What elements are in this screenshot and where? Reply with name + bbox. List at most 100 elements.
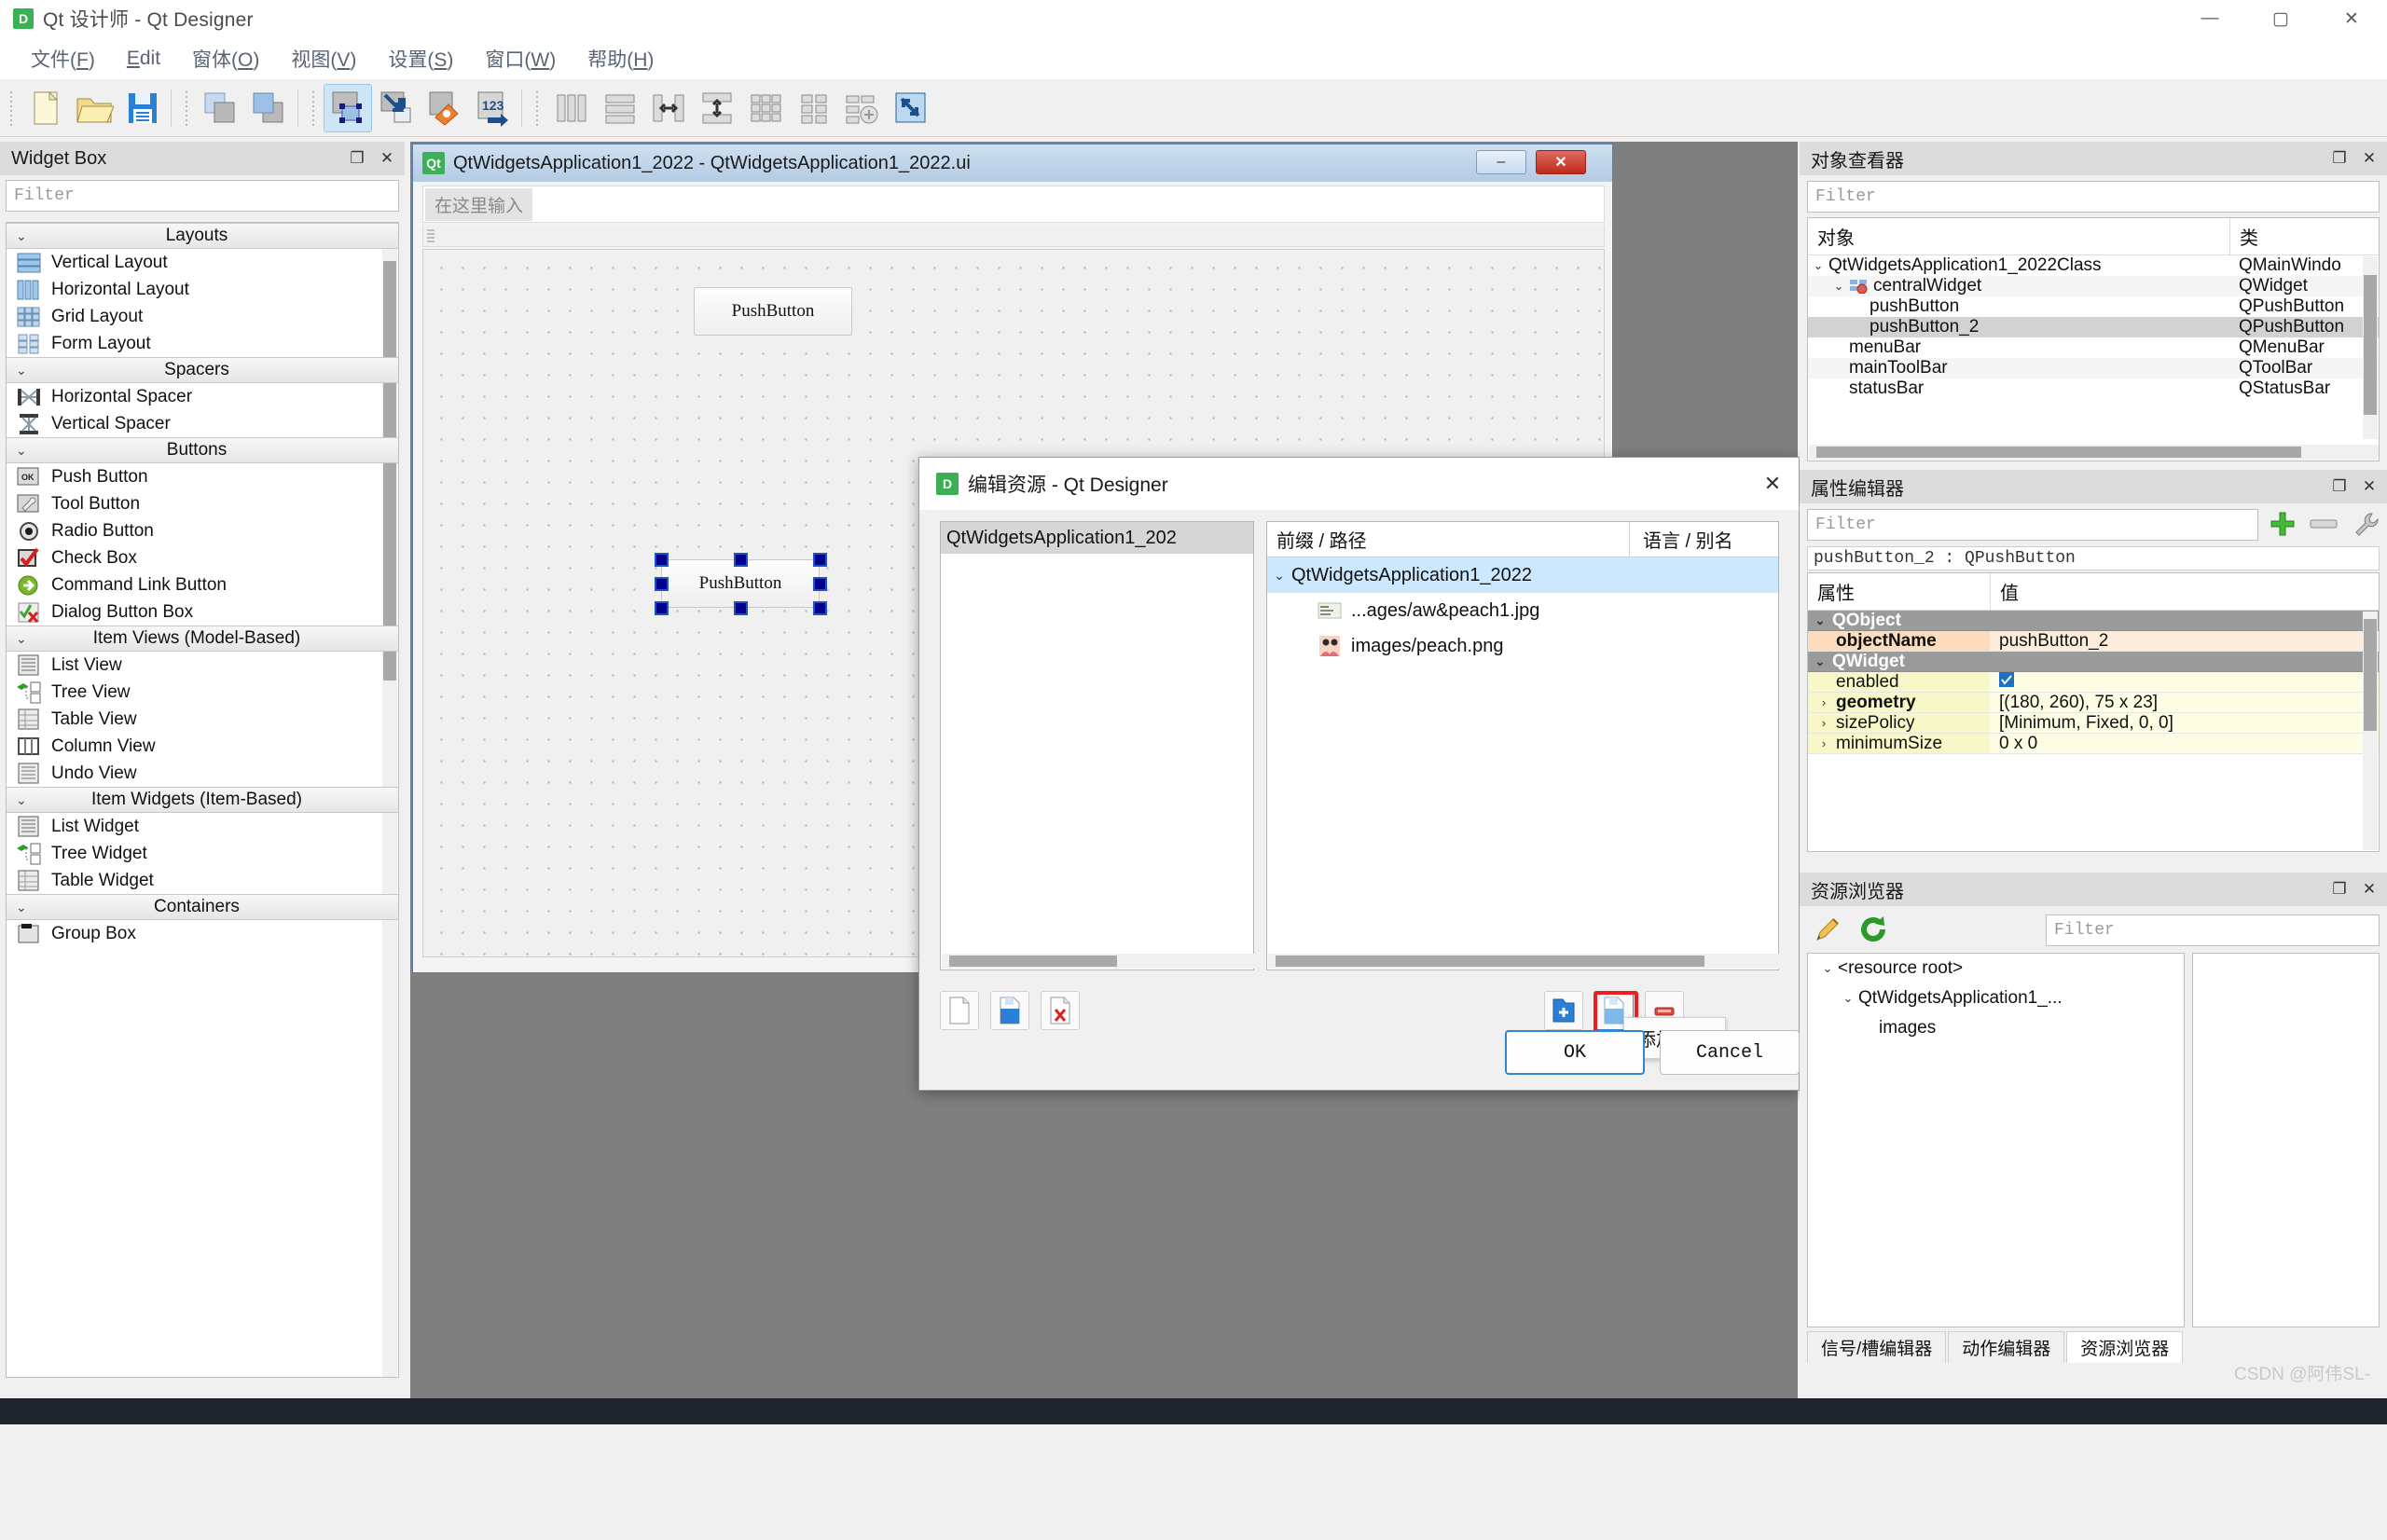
- layout-vertically-icon[interactable]: [596, 84, 644, 132]
- close-icon[interactable]: ✕: [2357, 877, 2381, 901]
- widget-item-push-button[interactable]: OK Push Button: [7, 463, 398, 490]
- adjust-size-icon[interactable]: [887, 84, 935, 132]
- object-inspector-row[interactable]: ⌄ centralWidget QWidget: [1808, 276, 2379, 296]
- window-minimize-button[interactable]: —: [2174, 0, 2245, 37]
- resource-browser-tree[interactable]: ⌄ <resource root> ⌄ QtWidgetsApplication1_.…: [1807, 953, 2185, 1327]
- chevron-down-icon[interactable]: ⌄: [1817, 961, 1838, 976]
- ok-button[interactable]: OK: [1505, 1030, 1645, 1075]
- layout-horizontally-icon[interactable]: [547, 84, 596, 132]
- object-inspector-row[interactable]: ⌄ QtWidgetsApplication1_2022Class QMainWin…: [1808, 255, 2379, 276]
- resource-browser-row[interactable]: ⌄ <resource root>: [1808, 954, 2184, 983]
- enabled-checkbox[interactable]: [1999, 672, 2014, 692]
- resource-tree-row[interactable]: ⌄ QtWidgetsApplication1_2022: [1267, 557, 1778, 593]
- widget-item-horizontal-spacer[interactable]: Horizontal Spacer: [7, 383, 398, 410]
- edit-resources-icon[interactable]: [1805, 914, 1850, 944]
- chevron-down-icon[interactable]: ⌄: [1267, 568, 1291, 584]
- property-row[interactable]: ⌄ QObject: [1808, 611, 2379, 631]
- chevron-down-icon[interactable]: ⌄: [16, 792, 27, 808]
- toolbar-grip-2[interactable]: [183, 89, 191, 127]
- remove-property-icon[interactable]: [2303, 516, 2344, 531]
- widget-category-buttons[interactable]: ⌄ Buttons: [7, 437, 398, 463]
- widget-item-tool-button[interactable]: Tool Button: [7, 490, 398, 517]
- add-prefix-icon[interactable]: [1544, 991, 1583, 1030]
- window-close-button[interactable]: ✕: [2316, 0, 2387, 37]
- widget-category-item-widgets-item-based[interactable]: ⌄ Item Widgets (Item-Based): [7, 787, 398, 813]
- resource-files-hscrollbar[interactable]: [942, 954, 1254, 969]
- widget-item-column-view[interactable]: Column View: [7, 733, 398, 760]
- resource-tree[interactable]: 前缀 / 路径 语言 / 别名 ⌄ QtWidgetsApplication1_…: [1266, 521, 1779, 970]
- float-icon[interactable]: ❐: [2327, 474, 2352, 499]
- object-inspector-row[interactable]: pushButton_2 QPushButton: [1808, 317, 2379, 337]
- window-maximize-button[interactable]: ▢: [2245, 0, 2316, 37]
- tab-2[interactable]: 资源浏览器: [2066, 1331, 2184, 1363]
- float-icon[interactable]: ❐: [345, 146, 369, 171]
- widget-box-scroll-thumb[interactable]: [383, 261, 396, 681]
- toolbar-grip-4[interactable]: [533, 89, 542, 127]
- chevron-right-icon[interactable]: ›: [1812, 736, 1836, 750]
- close-icon[interactable]: ✕: [2357, 146, 2381, 171]
- widget-item-horizontal-layout[interactable]: Horizontal Layout: [7, 276, 398, 303]
- object-inspector-scrollbar[interactable]: [2363, 256, 2378, 439]
- resource-tree-hscrollbar[interactable]: [1268, 954, 1779, 969]
- widget-item-undo-view[interactable]: Undo View: [7, 760, 398, 787]
- object-inspector-filter-input[interactable]: Filter: [1807, 181, 2380, 213]
- widget-box-filter-input[interactable]: Filter: [6, 180, 399, 212]
- widget-item-radio-button[interactable]: Radio Button: [7, 517, 398, 544]
- chevron-down-icon[interactable]: ⌄: [16, 900, 27, 915]
- resource-browser-row[interactable]: ⌄ QtWidgetsApplication1_...: [1808, 983, 2184, 1013]
- menu-item-0[interactable]: 文件(F): [15, 40, 111, 77]
- layout-in-splitter-vertical-icon[interactable]: [693, 84, 741, 132]
- property-row[interactable]: › minimumSize 0 x 0: [1808, 734, 2379, 754]
- object-inspector-row[interactable]: mainToolBar QToolBar: [1808, 358, 2379, 378]
- widget-item-list-widget[interactable]: List Widget: [7, 813, 398, 840]
- chevron-down-icon[interactable]: ⌄: [1838, 991, 1858, 1006]
- object-inspector-row[interactable]: statusBar QStatusBar: [1808, 378, 2379, 399]
- chevron-down-icon[interactable]: ⌄: [16, 631, 27, 647]
- resource-browser-row[interactable]: images: [1808, 1013, 2184, 1043]
- open-resource-file-icon[interactable]: [990, 991, 1029, 1030]
- widget-category-item-views-model-based[interactable]: ⌄ Item Views (Model-Based): [7, 626, 398, 652]
- float-icon[interactable]: ❐: [2327, 146, 2352, 171]
- toolbar-grip-3[interactable]: [310, 89, 318, 127]
- property-row[interactable]: › geometry [(180, 260), 75 x 23]: [1808, 693, 2379, 713]
- menu-item-5[interactable]: 窗口(W): [469, 40, 572, 77]
- resource-browser-filter-input[interactable]: Filter: [2046, 914, 2380, 946]
- property-row[interactable]: objectName pushButton_2: [1808, 631, 2379, 652]
- reload-icon[interactable]: [1850, 914, 1897, 944]
- chevron-down-icon[interactable]: ⌄: [1808, 654, 1832, 669]
- widget-category-containers[interactable]: ⌄ Containers: [7, 894, 398, 920]
- menu-item-3[interactable]: 视图(V): [275, 40, 372, 77]
- widget-box-list[interactable]: ⌄ Layouts Vertical Layout Horizontal Layout…: [6, 222, 399, 1378]
- layout-in-grid-icon[interactable]: [741, 84, 790, 132]
- edit-buddies-icon[interactable]: [421, 84, 469, 132]
- form-toolbar[interactable]: [422, 225, 1605, 247]
- add-property-icon[interactable]: [2262, 510, 2303, 538]
- form-minimize-button[interactable]: –: [1476, 150, 1526, 174]
- remove-resource-file-icon[interactable]: [1041, 991, 1080, 1030]
- save-form-icon[interactable]: [118, 84, 167, 132]
- property-row[interactable]: › sizePolicy [Minimum, Fixed, 0, 0]: [1808, 713, 2379, 734]
- form-pushbutton[interactable]: PushButton: [694, 287, 852, 336]
- widget-item-dialog-button-box[interactable]: Dialog Button Box: [7, 598, 398, 626]
- cancel-button[interactable]: Cancel: [1660, 1030, 1800, 1075]
- chevron-down-icon[interactable]: ⌄: [1808, 258, 1828, 273]
- widget-item-group-box[interactable]: Group Box: [7, 920, 398, 947]
- object-inspector-row[interactable]: pushButton QPushButton: [1808, 296, 2379, 317]
- widget-item-table-widget[interactable]: Table Widget: [7, 867, 398, 894]
- close-icon[interactable]: ✕: [375, 146, 399, 171]
- toolbar-grip[interactable]: [7, 89, 16, 127]
- property-editor-table[interactable]: 属性 值 ⌄ QObject objectName pushButton_2 ⌄ QWid…: [1807, 572, 2380, 852]
- widget-item-table-view[interactable]: Table View: [7, 706, 398, 733]
- widget-item-tree-view[interactable]: Tree View: [7, 679, 398, 706]
- object-inspector-tree[interactable]: 对象 类 ⌄ QtWidgetsApplication1_2022Class QMa…: [1807, 217, 2380, 461]
- new-form-icon[interactable]: [21, 84, 70, 132]
- widget-item-form-layout[interactable]: Form Layout: [7, 330, 398, 357]
- resource-files-list[interactable]: QtWidgetsApplication1_202: [940, 521, 1254, 970]
- widget-item-list-view[interactable]: List View: [7, 652, 398, 679]
- layout-in-form-icon[interactable]: [790, 84, 838, 132]
- property-row[interactable]: ⌄ QWidget: [1808, 652, 2379, 672]
- chevron-down-icon[interactable]: ⌄: [1808, 613, 1832, 628]
- break-layout-icon[interactable]: [838, 84, 887, 132]
- form-menubar-placeholder[interactable]: 在这里输入: [425, 187, 533, 221]
- menu-item-4[interactable]: 设置(S): [372, 40, 469, 77]
